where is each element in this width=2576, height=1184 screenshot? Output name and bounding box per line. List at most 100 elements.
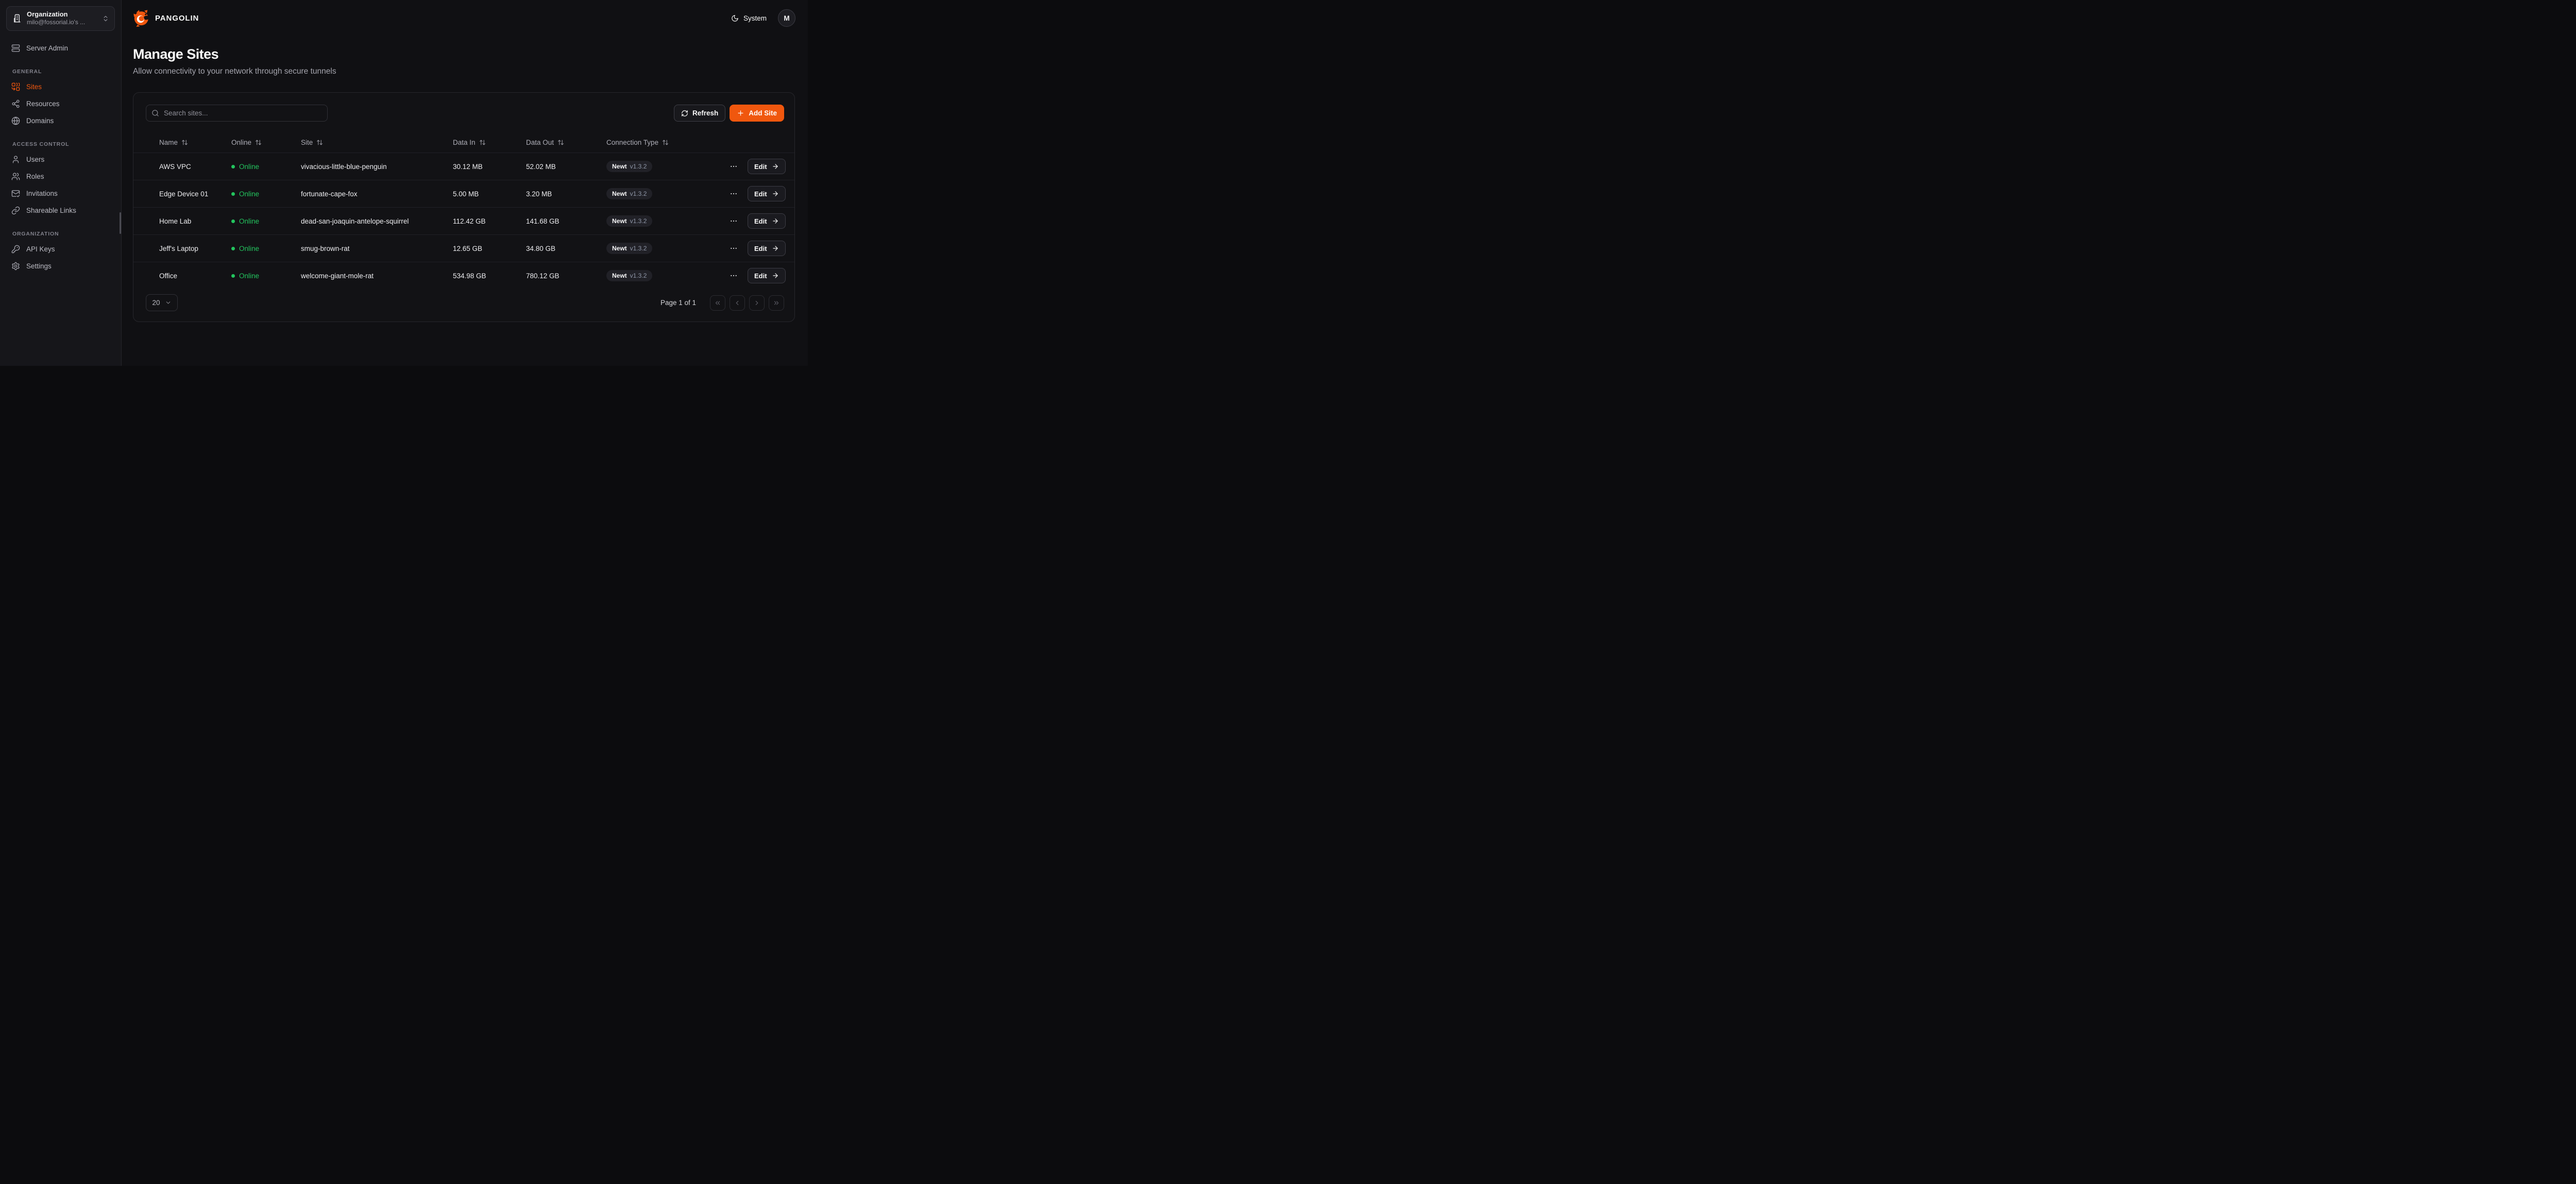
cell-name: Edge Device 01: [159, 190, 231, 198]
connection-type-badge: Newt v1.3.2: [606, 270, 652, 281]
sidebar-item-domains[interactable]: Domains: [6, 113, 115, 129]
last-page-button[interactable]: [769, 295, 784, 311]
page-size-select[interactable]: 20: [146, 294, 178, 311]
card-footer: 20 Page 1 of 1: [133, 294, 794, 322]
org-picker-value: milo@fossorial.io's ...: [27, 19, 97, 27]
cell-data-in: 534.98 GB: [453, 272, 526, 280]
prev-page-button[interactable]: [730, 295, 745, 311]
chevrons-up-down-icon: [102, 15, 109, 22]
cell-site: welcome-giant-mole-rat: [301, 272, 453, 280]
brand: PANGOLIN: [133, 9, 199, 27]
arrow-right-icon: [772, 190, 779, 197]
online-dot-icon: [231, 247, 235, 250]
table-row-1: Edge Device 01 Online fortunate-cape-fox…: [133, 180, 794, 207]
cell-data-in: 112.42 GB: [453, 217, 526, 225]
cell-data-out: 780.12 GB: [526, 272, 606, 280]
user-icon: [11, 155, 20, 164]
cell-site: vivacious-little-blue-penguin: [301, 163, 453, 171]
ellipsis-icon: [730, 190, 738, 198]
table-header-row: Name Online Site Data In Data Out Connec…: [133, 132, 794, 153]
row-edit-button[interactable]: Edit: [748, 159, 786, 174]
cell-name: Jeff's Laptop: [159, 245, 231, 252]
row-more-button[interactable]: [728, 270, 739, 281]
search-icon: [151, 109, 159, 117]
cell-name: Home Lab: [159, 217, 231, 225]
add-site-button[interactable]: Add Site: [730, 105, 784, 122]
page-title: Manage Sites: [133, 46, 795, 62]
avatar-initial: M: [784, 14, 789, 22]
column-header-name[interactable]: Name: [159, 139, 231, 146]
sidebar-item-settings[interactable]: Settings: [6, 258, 115, 274]
column-header-online[interactable]: Online: [231, 139, 301, 146]
card-toolbar: Refresh Add Site: [133, 93, 794, 132]
row-edit-button[interactable]: Edit: [748, 268, 786, 283]
cell-data-in: 30.12 MB: [453, 163, 526, 171]
ellipsis-icon: [730, 244, 738, 252]
cell-data-in: 12.65 GB: [453, 245, 526, 252]
sidebar-scrollbar-thumb[interactable]: [120, 212, 121, 234]
first-page-button[interactable]: [710, 295, 725, 311]
column-header-data-in[interactable]: Data In: [453, 139, 526, 146]
chevrons-left-icon: [714, 299, 721, 307]
status-badge: Online: [231, 190, 301, 198]
combine-icon: [11, 82, 20, 91]
table-row-0: AWS VPC Online vivacious-little-blue-pen…: [133, 153, 794, 180]
search-input[interactable]: [146, 105, 328, 122]
chevron-left-icon: [734, 299, 741, 307]
row-more-button[interactable]: [728, 189, 739, 199]
users-icon: [11, 172, 20, 181]
mail-check-icon: [11, 189, 20, 198]
row-more-button[interactable]: [728, 243, 739, 253]
share-nodes-icon: [11, 99, 20, 108]
sidebar-item-invitations[interactable]: Invitations: [6, 185, 115, 201]
next-page-button[interactable]: [749, 295, 765, 311]
row-edit-button[interactable]: Edit: [748, 213, 786, 229]
org-picker[interactable]: Organization milo@fossorial.io's ...: [6, 6, 115, 31]
server-icon: [11, 44, 20, 53]
sidebar-item-shareable-links[interactable]: Shareable Links: [6, 202, 115, 218]
sidebar-item-users[interactable]: Users: [6, 151, 115, 167]
column-header-site[interactable]: Site: [301, 139, 453, 146]
toolbar-actions: Refresh Add Site: [674, 105, 784, 122]
status-badge: Online: [231, 163, 301, 171]
table-row-2: Home Lab Online dead-san-joaquin-antelop…: [133, 207, 794, 234]
online-dot-icon: [231, 165, 235, 168]
cell-data-out: 52.02 MB: [526, 163, 606, 171]
sidebar-item-label: Roles: [26, 173, 44, 180]
online-dot-icon: [231, 274, 235, 278]
sidebar-section-access-control: ACCESS CONTROL: [12, 141, 109, 147]
pagination: Page 1 of 1: [660, 295, 784, 311]
link-icon: [11, 206, 20, 215]
sort-icon: [181, 139, 188, 146]
cell-data-out: 34.80 GB: [526, 245, 606, 252]
ellipsis-icon: [730, 162, 738, 171]
sidebar: Organization milo@fossorial.io's ... Ser…: [0, 0, 122, 366]
sort-icon: [479, 139, 486, 146]
table-row-3: Jeff's Laptop Online smug-brown-rat 12.6…: [133, 234, 794, 262]
search-wrap: [146, 105, 328, 122]
cell-data-out: 3.20 MB: [526, 190, 606, 198]
gear-icon: [11, 262, 20, 270]
column-header-connection-type[interactable]: Connection Type: [606, 139, 728, 146]
row-more-button[interactable]: [728, 216, 739, 226]
column-header-data-out[interactable]: Data Out: [526, 139, 606, 146]
sidebar-section-general: GENERAL: [12, 69, 109, 75]
cell-data-out: 141.68 GB: [526, 217, 606, 225]
globe-icon: [11, 116, 20, 125]
sidebar-item-api-keys[interactable]: API Keys: [6, 241, 115, 257]
sidebar-item-resources[interactable]: Resources: [6, 96, 115, 112]
connection-type-badge: Newt v1.3.2: [606, 161, 652, 172]
sidebar-item-sites[interactable]: Sites: [6, 79, 115, 95]
refresh-button[interactable]: Refresh: [674, 105, 725, 122]
cell-data-in: 5.00 MB: [453, 190, 526, 198]
row-more-button[interactable]: [728, 161, 739, 172]
sidebar-section-organization: ORGANIZATION: [12, 231, 109, 237]
row-edit-button[interactable]: Edit: [748, 186, 786, 201]
sidebar-item-roles[interactable]: Roles: [6, 168, 115, 184]
theme-toggle[interactable]: System: [731, 14, 767, 22]
sidebar-item-server-admin[interactable]: Server Admin: [6, 40, 115, 56]
status-badge: Online: [231, 245, 301, 252]
avatar[interactable]: M: [778, 9, 795, 27]
refresh-icon: [681, 110, 688, 117]
row-edit-button[interactable]: Edit: [748, 241, 786, 256]
